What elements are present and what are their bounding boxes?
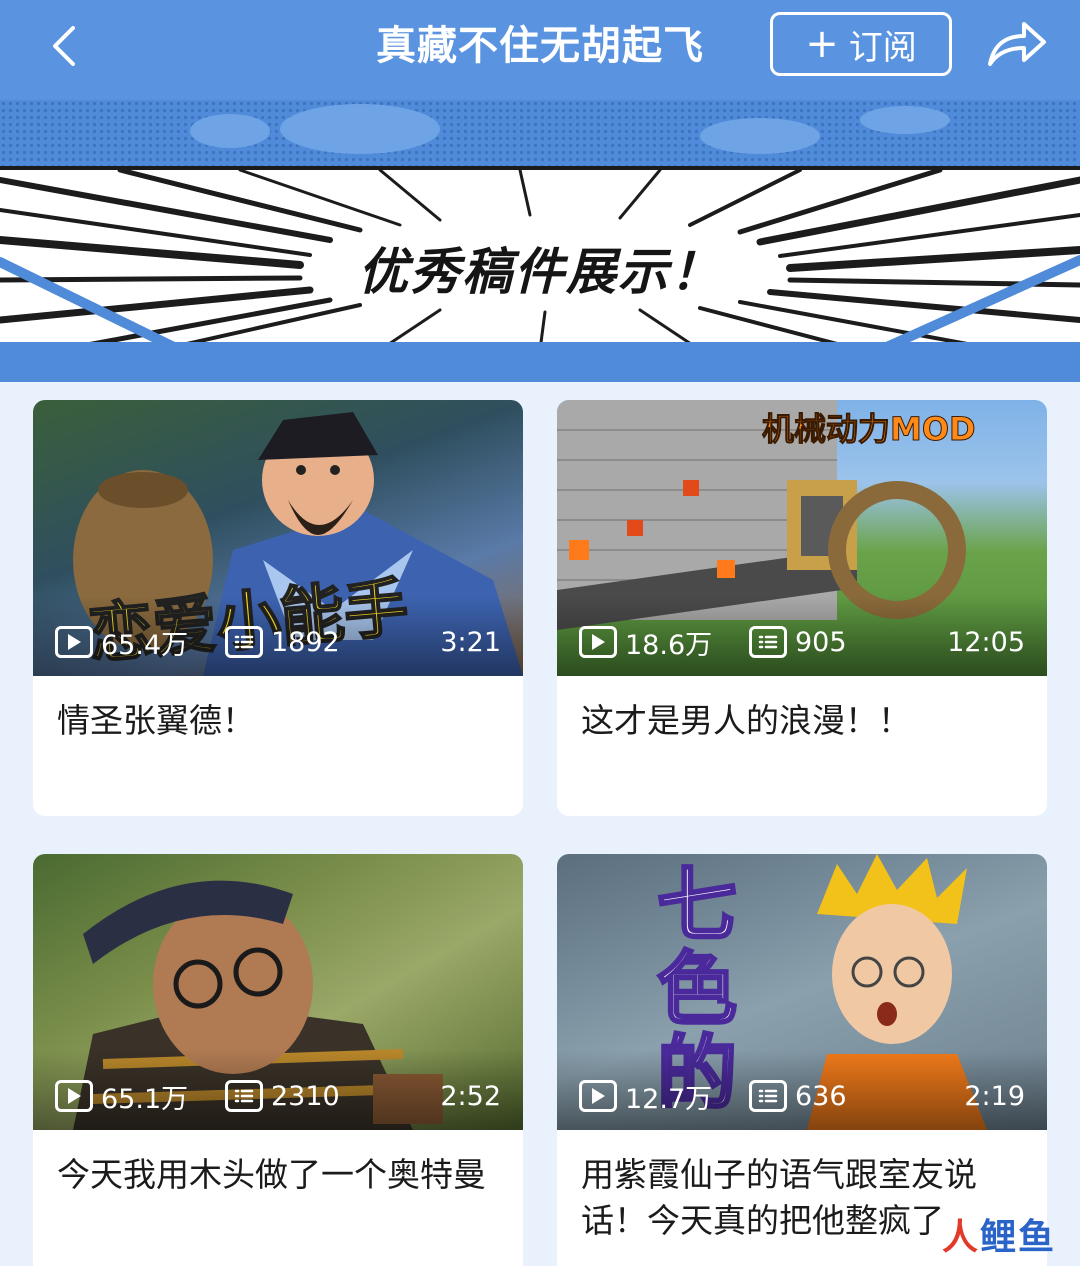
video-stats: 12.7万 636 2:19 xyxy=(579,1076,1025,1116)
video-title[interactable]: 这才是男人的浪漫！！ xyxy=(557,676,1047,744)
subscribe-button[interactable]: + 订阅 xyxy=(770,12,952,76)
plus-icon: + xyxy=(805,21,839,67)
danmaku-count-icon xyxy=(749,626,787,658)
danmaku-count-icon xyxy=(225,1080,263,1112)
banner-title: 优秀稿件展示！ xyxy=(358,243,722,301)
danmaku-count: 1892 xyxy=(271,626,340,658)
watermark-logo: 人鲤鱼 xyxy=(941,1217,1056,1258)
danmaku-count: 2310 xyxy=(271,1080,340,1112)
banner-bottom-stripe xyxy=(0,342,1080,382)
play-count: 12.7万 xyxy=(625,1083,713,1115)
play-count-icon xyxy=(55,626,93,658)
play-count: 65.4万 xyxy=(101,629,189,661)
featured-banner: 优秀稿件展示！ xyxy=(0,166,1080,346)
danmaku-count: 905 xyxy=(795,626,847,658)
play-count-icon xyxy=(55,1080,93,1112)
video-card[interactable]: 恋爱小能手 65.4万 1892 3:21 情圣张翼德！ xyxy=(33,400,523,816)
video-duration: 12:05 xyxy=(947,626,1025,658)
play-count: 18.6万 xyxy=(625,629,713,661)
video-stats: 65.1万 2310 2:52 xyxy=(55,1076,501,1116)
top-bar: 真藏不住无胡起飞 + 订阅 xyxy=(0,0,1080,108)
video-thumbnail[interactable]: 65.1万 2310 2:52 xyxy=(33,854,523,1130)
video-title[interactable]: 今天我用木头做了一个奥特曼 xyxy=(33,1130,523,1198)
danmaku-count-icon xyxy=(749,1080,787,1112)
back-button[interactable] xyxy=(36,18,92,74)
video-card[interactable]: 65.1万 2310 2:52 今天我用木头做了一个奥特曼 xyxy=(33,854,523,1266)
page-title: 真藏不住无胡起飞 xyxy=(376,23,704,69)
video-title[interactable]: 情圣张翼德！ xyxy=(33,676,523,744)
video-thumbnail[interactable]: 机械动力MOD 18.6万 905 12:05 xyxy=(557,400,1047,676)
header-halftone-decoration xyxy=(0,100,1080,170)
video-duration: 2:52 xyxy=(440,1080,501,1112)
thumbnail-overlay-text: 机械动力MOD xyxy=(762,410,977,449)
danmaku-count-icon xyxy=(225,626,263,658)
danmaku-count: 636 xyxy=(795,1080,847,1112)
play-count: 65.1万 xyxy=(101,1083,189,1115)
play-count-icon xyxy=(579,626,617,658)
chevron-left-icon xyxy=(53,26,75,66)
video-stats: 65.4万 1892 3:21 xyxy=(55,622,501,662)
video-stats: 18.6万 905 12:05 xyxy=(579,622,1025,662)
video-card[interactable]: 机械动力MOD 18.6万 905 12:05 这才是男人的浪漫！！ xyxy=(557,400,1047,816)
video-thumbnail[interactable]: 恋爱小能手 65.4万 1892 3:21 xyxy=(33,400,523,676)
video-duration: 3:21 xyxy=(440,626,501,658)
video-duration: 2:19 xyxy=(964,1080,1025,1112)
play-count-icon xyxy=(579,1080,617,1112)
video-thumbnail[interactable]: 七色的 12.7万 636 2:19 xyxy=(557,854,1047,1130)
share-icon[interactable] xyxy=(984,14,1048,74)
subscribe-label: 订阅 xyxy=(848,27,917,68)
video-card[interactable]: 七色的 12.7万 636 2:19 用紫霞仙子的语气跟室友说话！今天真的把他整… xyxy=(557,854,1047,1266)
